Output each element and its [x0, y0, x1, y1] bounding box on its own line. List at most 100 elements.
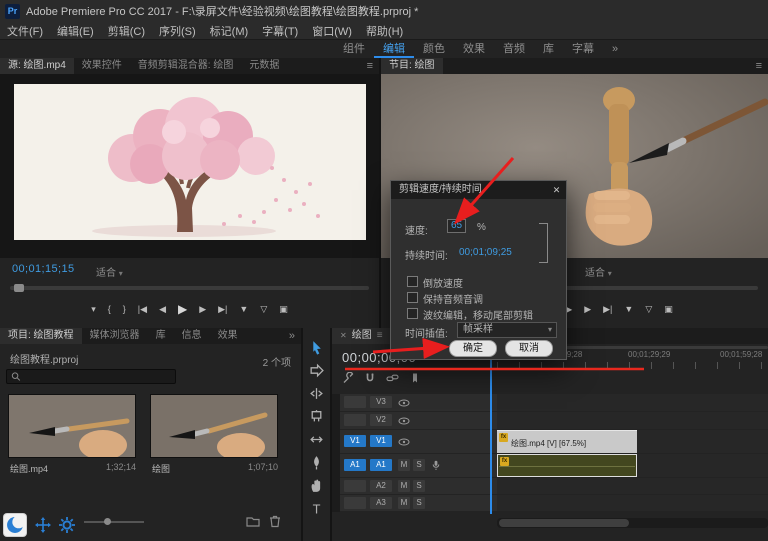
- tab-effects[interactable]: 效果: [210, 328, 246, 344]
- panel-menu-icon[interactable]: ≡: [361, 58, 379, 74]
- source-patch-v3[interactable]: [344, 396, 366, 408]
- reverse-speed-checkbox[interactable]: [407, 276, 418, 287]
- add-marker-icon[interactable]: [409, 372, 421, 384]
- menu-help[interactable]: 帮助(H): [359, 23, 410, 39]
- overwrite-button[interactable]: ▽: [645, 304, 652, 315]
- panel-menu-icon[interactable]: »: [283, 328, 301, 344]
- play-button[interactable]: ▶: [178, 302, 187, 316]
- timeline-settings-icon[interactable]: [342, 372, 354, 384]
- track-header-v2[interactable]: V2: [340, 412, 497, 429]
- overwrite-button[interactable]: ▽: [260, 304, 267, 315]
- export-frame-button[interactable]: ▣: [279, 304, 288, 315]
- scrollbar-handle[interactable]: [499, 519, 629, 527]
- track-header-v3[interactable]: V3: [340, 394, 497, 411]
- go-to-in-button[interactable]: |◀: [138, 304, 147, 315]
- video-clip[interactable]: fx 绘图.mp4 [V] [67.5%]: [497, 430, 637, 453]
- menu-edit[interactable]: 编辑(E): [50, 23, 101, 39]
- track-target-v1[interactable]: V1: [370, 435, 392, 447]
- track-header-a1[interactable]: A1 A1 M S: [340, 454, 497, 477]
- linked-selection-icon[interactable]: [386, 372, 399, 384]
- workspace-overflow-icon[interactable]: »: [603, 40, 627, 58]
- project-search-input[interactable]: [25, 370, 171, 383]
- panel-menu-icon[interactable]: ≡: [377, 328, 383, 344]
- project-search-box[interactable]: [6, 369, 176, 384]
- source-patch-v2[interactable]: [344, 414, 366, 426]
- mute-button[interactable]: M: [398, 459, 410, 471]
- speed-value-field[interactable]: 65: [447, 219, 466, 233]
- tab-sequence[interactable]: ✕ 绘图 ≡: [332, 328, 391, 344]
- source-patch-v1[interactable]: V1: [344, 435, 366, 447]
- track-output-eye-icon[interactable]: [398, 438, 410, 446]
- step-forward-button[interactable]: ▶: [584, 304, 591, 315]
- track-target-a3[interactable]: A3: [370, 497, 392, 509]
- tab-media-browser[interactable]: 媒体浏览器: [82, 328, 148, 344]
- duration-value-field[interactable]: 00;01;09;25: [459, 247, 512, 258]
- ok-button[interactable]: 确定: [449, 340, 497, 357]
- dialog-close-button[interactable]: ✕: [549, 181, 564, 199]
- workspace-color[interactable]: 颜色: [414, 40, 454, 58]
- cancel-button[interactable]: 取消: [505, 340, 553, 357]
- track-select-forward-tool[interactable]: [309, 363, 324, 378]
- solo-button[interactable]: S: [413, 480, 425, 492]
- solo-button[interactable]: S: [413, 459, 425, 471]
- timeline-horizontal-scrollbar[interactable]: [497, 518, 768, 528]
- track-target-a1[interactable]: A1: [370, 459, 392, 471]
- source-scrubber[interactable]: [10, 286, 369, 290]
- track-target-a2[interactable]: A2: [370, 480, 392, 492]
- mute-button[interactable]: M: [398, 497, 410, 509]
- solo-button[interactable]: S: [413, 497, 425, 509]
- track-target-v3[interactable]: V3: [370, 396, 392, 408]
- add-marker-button[interactable]: ▾: [91, 304, 96, 315]
- program-fit-dropdown[interactable]: 适合 ▾: [585, 264, 612, 279]
- tab-source-monitor[interactable]: 源: 绘图.mp4: [0, 58, 74, 74]
- workspace-libraries[interactable]: 库: [534, 40, 563, 58]
- tab-metadata[interactable]: 元数据: [241, 58, 287, 74]
- project-item-thumbnail[interactable]: [150, 394, 278, 458]
- insert-button[interactable]: ▼: [624, 304, 633, 314]
- go-to-out-button[interactable]: ▶|: [603, 304, 612, 315]
- source-patch-a1[interactable]: A1: [344, 459, 366, 471]
- menu-title[interactable]: 字幕(T): [255, 23, 305, 39]
- menu-window[interactable]: 窗口(W): [305, 23, 359, 39]
- gang-link-icon[interactable]: [539, 223, 548, 263]
- gear-icon[interactable]: [58, 516, 76, 534]
- ripple-edit-checkbox[interactable]: [407, 308, 418, 319]
- track-target-v2[interactable]: V2: [370, 414, 392, 426]
- source-fit-dropdown[interactable]: 适合 ▾: [96, 264, 123, 279]
- trash-icon[interactable]: [268, 514, 282, 528]
- thumbnail-zoom-slider[interactable]: [84, 521, 144, 523]
- menu-sequence[interactable]: 序列(S): [152, 23, 203, 39]
- workspace-assembly[interactable]: 组件: [334, 40, 374, 58]
- tab-project[interactable]: 项目: 绘图教程: [0, 328, 82, 344]
- razor-tool[interactable]: [309, 409, 324, 424]
- menu-marker[interactable]: 标记(M): [203, 23, 256, 39]
- workspace-effects[interactable]: 效果: [454, 40, 494, 58]
- zoom-slider-handle[interactable]: [104, 518, 111, 525]
- workspace-titles[interactable]: 字幕: [563, 40, 603, 58]
- selection-tool[interactable]: [309, 340, 324, 355]
- project-filename[interactable]: 绘图教程.prproj: [10, 351, 78, 366]
- playhead-line[interactable]: [490, 348, 492, 514]
- project-item-thumbnail[interactable]: [8, 394, 136, 458]
- track-output-eye-icon[interactable]: [398, 399, 410, 407]
- workspace-audio[interactable]: 音频: [494, 40, 534, 58]
- close-icon[interactable]: ✕: [340, 328, 347, 344]
- workspace-editing[interactable]: 编辑: [374, 40, 414, 58]
- move-icon[interactable]: [34, 516, 52, 534]
- tab-info[interactable]: 信息: [174, 328, 210, 344]
- panel-menu-icon[interactable]: ≡: [750, 58, 768, 74]
- time-interpolation-dropdown[interactable]: 帧采样 ▾: [457, 322, 557, 338]
- ripple-edit-tool[interactable]: [309, 386, 324, 401]
- track-header-grip[interactable]: [332, 394, 340, 512]
- menu-file[interactable]: 文件(F): [0, 23, 50, 39]
- tab-program-monitor[interactable]: 节目: 绘图: [381, 58, 443, 74]
- mark-in-button[interactable]: {: [108, 304, 111, 314]
- track-header-v1[interactable]: V1 V1: [340, 430, 497, 453]
- mark-out-button[interactable]: }: [123, 304, 126, 314]
- step-back-button[interactable]: ◀: [159, 304, 166, 315]
- track-header-a2[interactable]: A2 M S: [340, 478, 497, 494]
- audio-clip[interactable]: fx: [497, 454, 637, 477]
- tab-audio-clip-mixer[interactable]: 音频剪辑混合器: 绘图: [130, 58, 242, 74]
- clip-name[interactable]: 绘图.mp4: [10, 462, 48, 475]
- snap-magnet-icon[interactable]: [364, 372, 376, 384]
